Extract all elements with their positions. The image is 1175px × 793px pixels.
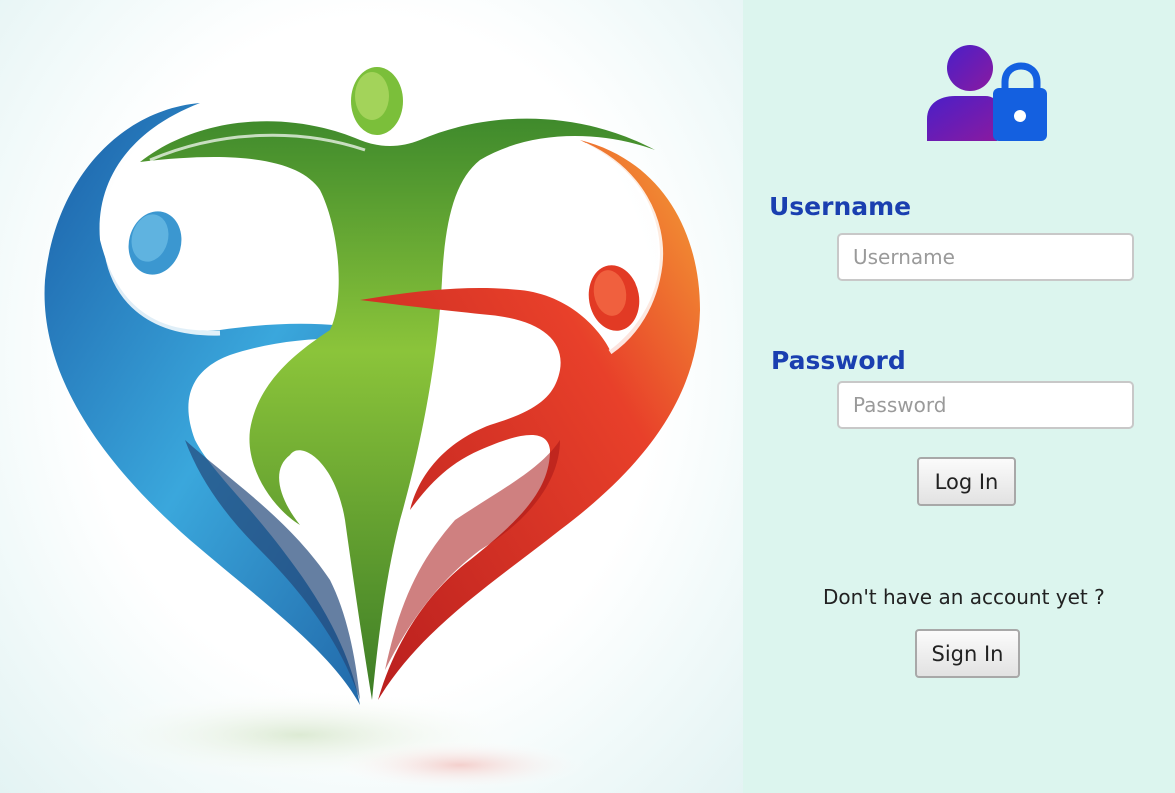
username-input[interactable] (837, 233, 1134, 281)
login-panel: Username Password Log In Don't have an a… (743, 0, 1175, 793)
heart-people-logo (44, 67, 700, 790)
signin-button[interactable]: Sign In (915, 629, 1020, 678)
illustration-panel (0, 0, 743, 793)
login-window: Username Password Log In Don't have an a… (0, 0, 1175, 793)
password-input[interactable] (837, 381, 1134, 429)
login-button[interactable]: Log In (917, 457, 1016, 506)
user-lock-icon (927, 45, 1047, 141)
password-label: Password (771, 346, 906, 375)
username-label: Username (769, 192, 912, 221)
no-account-text: Don't have an account yet ? (823, 585, 1105, 609)
